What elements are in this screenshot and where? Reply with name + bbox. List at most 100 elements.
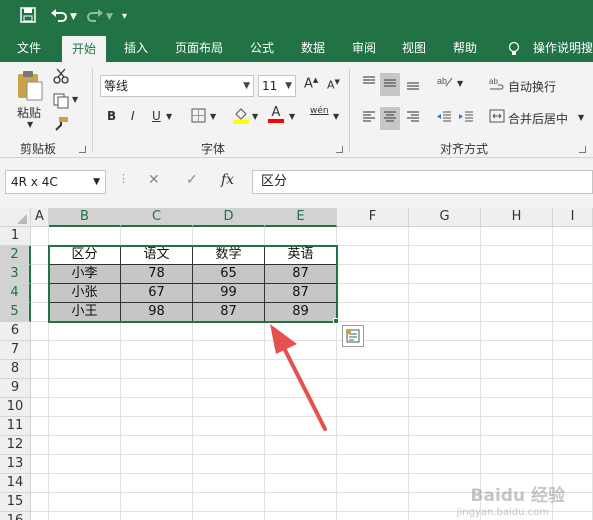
- align-center-icon[interactable]: [380, 107, 400, 130]
- cell-i9[interactable]: [553, 379, 593, 398]
- cell-g4[interactable]: [409, 284, 481, 303]
- cell-a14[interactable]: [31, 474, 49, 493]
- cell-e7[interactable]: [265, 341, 337, 360]
- decrease-indent-icon[interactable]: [436, 109, 452, 128]
- cell-a7[interactable]: [31, 341, 49, 360]
- cell-a6[interactable]: [31, 322, 49, 341]
- quick-analysis-button[interactable]: [342, 325, 364, 347]
- column-header-c[interactable]: C: [121, 208, 193, 227]
- row-header-7[interactable]: 7: [0, 341, 31, 360]
- tab-file[interactable]: 文件: [17, 34, 41, 62]
- copy-dropdown-icon[interactable]: ▼: [72, 95, 78, 104]
- cell-f16[interactable]: [337, 512, 409, 520]
- paste-icon[interactable]: [16, 70, 44, 105]
- cell-a8[interactable]: [31, 360, 49, 379]
- cell-d12[interactable]: [193, 436, 265, 455]
- cell-g11[interactable]: [409, 417, 481, 436]
- cell-g12[interactable]: [409, 436, 481, 455]
- cell-d3[interactable]: 65: [193, 265, 265, 284]
- merge-center-icon[interactable]: [489, 108, 505, 127]
- cell-g5[interactable]: [409, 303, 481, 322]
- select-all-button[interactable]: [0, 208, 31, 227]
- column-header-e[interactable]: E: [265, 208, 337, 227]
- copy-icon[interactable]: [53, 93, 69, 112]
- cell-e14[interactable]: [265, 474, 337, 493]
- formula-input[interactable]: 区分: [252, 170, 593, 194]
- row-header-10[interactable]: 10: [0, 398, 31, 417]
- align-middle-icon[interactable]: [380, 73, 400, 96]
- cell-e12[interactable]: [265, 436, 337, 455]
- cell-e10[interactable]: [265, 398, 337, 417]
- font-launcher-icon[interactable]: [336, 146, 343, 153]
- cell-f1[interactable]: [337, 227, 409, 246]
- cell-f13[interactable]: [337, 455, 409, 474]
- cell-c13[interactable]: [121, 455, 193, 474]
- cell-a11[interactable]: [31, 417, 49, 436]
- tab-formulas[interactable]: 公式: [250, 34, 274, 62]
- cell-e13[interactable]: [265, 455, 337, 474]
- cell-a5[interactable]: [31, 303, 49, 322]
- cell-i6[interactable]: [553, 322, 593, 341]
- tab-data[interactable]: 数据: [301, 34, 325, 62]
- cell-c5[interactable]: 98: [121, 303, 193, 322]
- cell-b2[interactable]: 区分: [49, 246, 121, 265]
- tab-insert[interactable]: 插入: [124, 34, 148, 62]
- cell-a4[interactable]: [31, 284, 49, 303]
- cell-d14[interactable]: [193, 474, 265, 493]
- tab-review[interactable]: 审阅: [352, 34, 376, 62]
- cell-i1[interactable]: [553, 227, 593, 246]
- cell-h5[interactable]: [481, 303, 553, 322]
- cell-f5[interactable]: [337, 303, 409, 322]
- format-painter-icon[interactable]: [53, 116, 69, 135]
- fill-color-dropdown-icon[interactable]: ▼: [252, 112, 258, 121]
- bold-button[interactable]: B: [107, 109, 116, 123]
- cell-b7[interactable]: [49, 341, 121, 360]
- cell-i11[interactable]: [553, 417, 593, 436]
- cell-i10[interactable]: [553, 398, 593, 417]
- row-header-9[interactable]: 9: [0, 379, 31, 398]
- phonetic-icon[interactable]: wén: [310, 106, 329, 116]
- cell-i8[interactable]: [553, 360, 593, 379]
- cell-i2[interactable]: [553, 246, 593, 265]
- cell-i7[interactable]: [553, 341, 593, 360]
- more-dots-icon[interactable]: ⋮: [118, 172, 129, 185]
- cell-c1[interactable]: [121, 227, 193, 246]
- cell-f10[interactable]: [337, 398, 409, 417]
- cell-b6[interactable]: [49, 322, 121, 341]
- cell-h13[interactable]: [481, 455, 553, 474]
- shrink-font-button[interactable]: A▼: [327, 78, 340, 92]
- cell-e16[interactable]: [265, 512, 337, 520]
- column-header-a[interactable]: A: [31, 208, 49, 227]
- cell-h10[interactable]: [481, 398, 553, 417]
- cell-d2[interactable]: 数学: [193, 246, 265, 265]
- alignment-launcher-icon[interactable]: [579, 146, 586, 153]
- column-header-b[interactable]: B: [49, 208, 121, 227]
- cell-a10[interactable]: [31, 398, 49, 417]
- cell-d5[interactable]: 87: [193, 303, 265, 322]
- cell-f4[interactable]: [337, 284, 409, 303]
- borders-dropdown-icon[interactable]: ▼: [210, 112, 216, 121]
- fill-color-icon[interactable]: [233, 106, 249, 127]
- cell-c6[interactable]: [121, 322, 193, 341]
- insert-function-icon[interactable]: fx: [221, 172, 234, 188]
- row-header-6[interactable]: 6: [0, 322, 31, 341]
- cell-e1[interactable]: [265, 227, 337, 246]
- enter-icon[interactable]: ✓: [186, 172, 198, 188]
- underline-button[interactable]: U: [152, 109, 161, 123]
- wrap-text-button[interactable]: 自动换行: [508, 78, 556, 95]
- cell-c7[interactable]: [121, 341, 193, 360]
- cell-f12[interactable]: [337, 436, 409, 455]
- cell-h7[interactable]: [481, 341, 553, 360]
- tab-home[interactable]: 开始: [62, 36, 107, 62]
- cell-f3[interactable]: [337, 265, 409, 284]
- column-header-g[interactable]: G: [409, 208, 481, 227]
- cell-c12[interactable]: [121, 436, 193, 455]
- cell-h11[interactable]: [481, 417, 553, 436]
- cell-a9[interactable]: [31, 379, 49, 398]
- underline-dropdown-icon[interactable]: ▼: [166, 112, 172, 121]
- font-name-combo[interactable]: 等线 ▼: [100, 75, 254, 97]
- cell-d1[interactable]: [193, 227, 265, 246]
- cell-e11[interactable]: [265, 417, 337, 436]
- cell-i4[interactable]: [553, 284, 593, 303]
- save-icon[interactable]: [20, 7, 36, 28]
